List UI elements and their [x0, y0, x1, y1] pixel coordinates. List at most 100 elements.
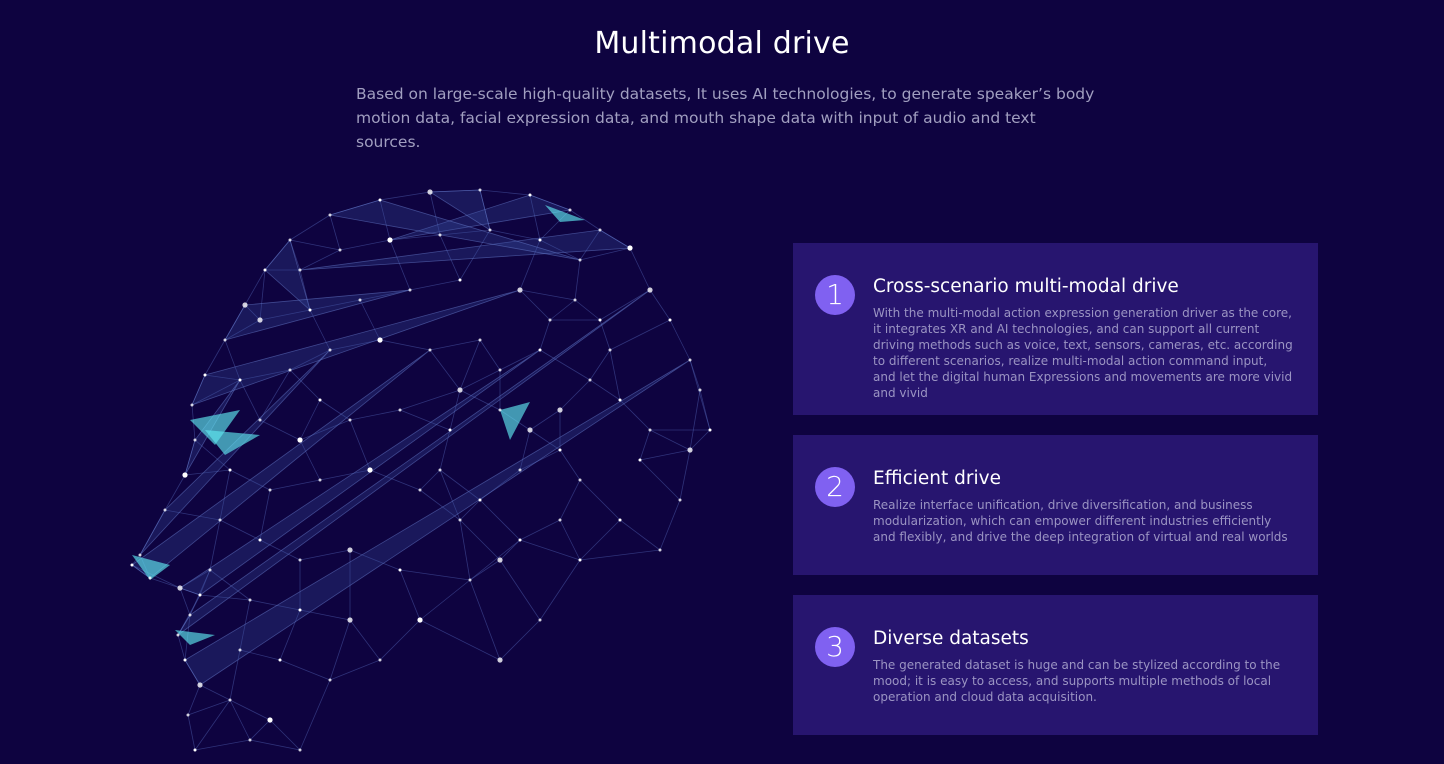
- mesh-node: [457, 387, 463, 393]
- mesh-node: [223, 338, 227, 342]
- mesh-node: [698, 388, 702, 392]
- mesh-node: [518, 468, 522, 472]
- mesh-node: [497, 557, 503, 563]
- mesh-node: [528, 193, 532, 197]
- mesh-line: [649, 429, 691, 451]
- mesh-node: [258, 538, 262, 542]
- section-title: Multimodal drive: [594, 26, 850, 61]
- mesh-line: [329, 619, 351, 681]
- mesh-line: [529, 409, 561, 431]
- mesh-line: [399, 569, 421, 621]
- mesh-node: [557, 407, 563, 413]
- mesh-node: [458, 518, 462, 522]
- feature-title: Efficient drive: [873, 468, 1001, 489]
- mesh-node: [458, 278, 462, 282]
- mesh-line: [479, 499, 521, 541]
- mesh-line: [249, 739, 301, 751]
- mesh-node: [183, 658, 187, 662]
- mesh-node: [478, 338, 482, 342]
- mesh-line: [194, 739, 251, 751]
- mesh-node: [193, 438, 197, 442]
- mesh-node: [263, 268, 267, 272]
- mesh-line: [559, 379, 591, 411]
- mesh-line: [389, 239, 411, 291]
- mesh-line: [339, 239, 391, 251]
- mesh-triangle: [177, 289, 651, 636]
- mesh-node: [163, 508, 167, 512]
- mesh-node: [338, 248, 342, 252]
- mesh-node: [708, 428, 712, 432]
- mesh-line: [679, 449, 691, 501]
- mesh-node: [378, 198, 382, 202]
- mesh-line: [289, 214, 331, 241]
- mesh-node: [687, 447, 693, 453]
- mesh-node: [298, 748, 302, 752]
- mesh-line: [629, 247, 651, 291]
- mesh-node: [297, 437, 303, 443]
- mesh-node: [190, 403, 194, 407]
- mesh-node: [418, 488, 422, 492]
- mesh-node: [182, 472, 188, 478]
- mesh-node: [198, 593, 202, 597]
- mesh-line: [249, 719, 271, 741]
- mesh-line: [579, 479, 621, 521]
- mesh-node: [608, 348, 612, 352]
- mesh-line: [187, 699, 231, 716]
- mesh-node: [130, 563, 134, 567]
- mesh-node: [218, 518, 222, 522]
- feature-description: The generated dataset is huge and can be…: [873, 658, 1281, 704]
- highlight-triangle: [175, 630, 215, 645]
- feature-title: Diverse datasets: [873, 628, 1029, 649]
- mesh-node: [438, 233, 442, 237]
- mesh-node: [177, 585, 183, 591]
- mesh-node: [197, 682, 203, 688]
- mesh-line: [589, 379, 621, 401]
- mesh-node: [568, 208, 572, 212]
- mesh-line: [204, 339, 226, 376]
- mesh-node: [176, 633, 180, 637]
- mesh-line: [329, 659, 381, 681]
- mesh-node: [598, 228, 602, 232]
- mesh-line: [539, 559, 581, 621]
- mesh-node: [517, 287, 523, 293]
- mesh-node: [398, 568, 402, 572]
- mesh-node: [378, 658, 382, 662]
- mesh-line: [579, 549, 661, 561]
- mesh-node: [468, 578, 472, 582]
- mesh-line: [469, 539, 521, 581]
- mesh-node: [497, 657, 503, 663]
- feature-number-badge: 3: [815, 627, 855, 667]
- mesh-node: [638, 458, 642, 462]
- mesh-node: [387, 237, 393, 243]
- mesh-node: [417, 617, 423, 623]
- mesh-line: [519, 519, 561, 541]
- mesh-node: [228, 698, 232, 702]
- mesh-node: [348, 418, 352, 422]
- mesh-line: [699, 389, 711, 431]
- feature-number-badge: 1: [815, 275, 855, 315]
- multimodal-drive-section: Multimodal drive Based on large-scale hi…: [0, 0, 1444, 764]
- mesh-node: [318, 398, 322, 402]
- mesh-line: [639, 429, 651, 461]
- mesh-node: [498, 368, 502, 372]
- mesh-line: [499, 539, 521, 561]
- highlight-triangle: [500, 402, 530, 440]
- mesh-node: [248, 598, 252, 602]
- mesh-line: [549, 299, 576, 321]
- mesh-node: [658, 548, 662, 552]
- mesh-line: [429, 349, 461, 391]
- mesh-node: [328, 348, 332, 352]
- mesh-node: [238, 648, 242, 652]
- mesh-node: [558, 448, 562, 452]
- mesh-line: [479, 339, 501, 371]
- feature-card-efficient-drive: 2 Efficient drive Realize interface unif…: [793, 435, 1318, 575]
- mesh-line: [179, 587, 191, 616]
- mesh-node: [288, 368, 292, 372]
- mesh-line: [499, 559, 541, 621]
- mesh-node: [308, 308, 312, 312]
- mesh-node: [438, 468, 442, 472]
- mesh-node: [573, 298, 577, 302]
- feature-description: Realize interface unification, drive div…: [873, 498, 1288, 544]
- mesh-node: [267, 717, 273, 723]
- mesh-line: [619, 519, 661, 551]
